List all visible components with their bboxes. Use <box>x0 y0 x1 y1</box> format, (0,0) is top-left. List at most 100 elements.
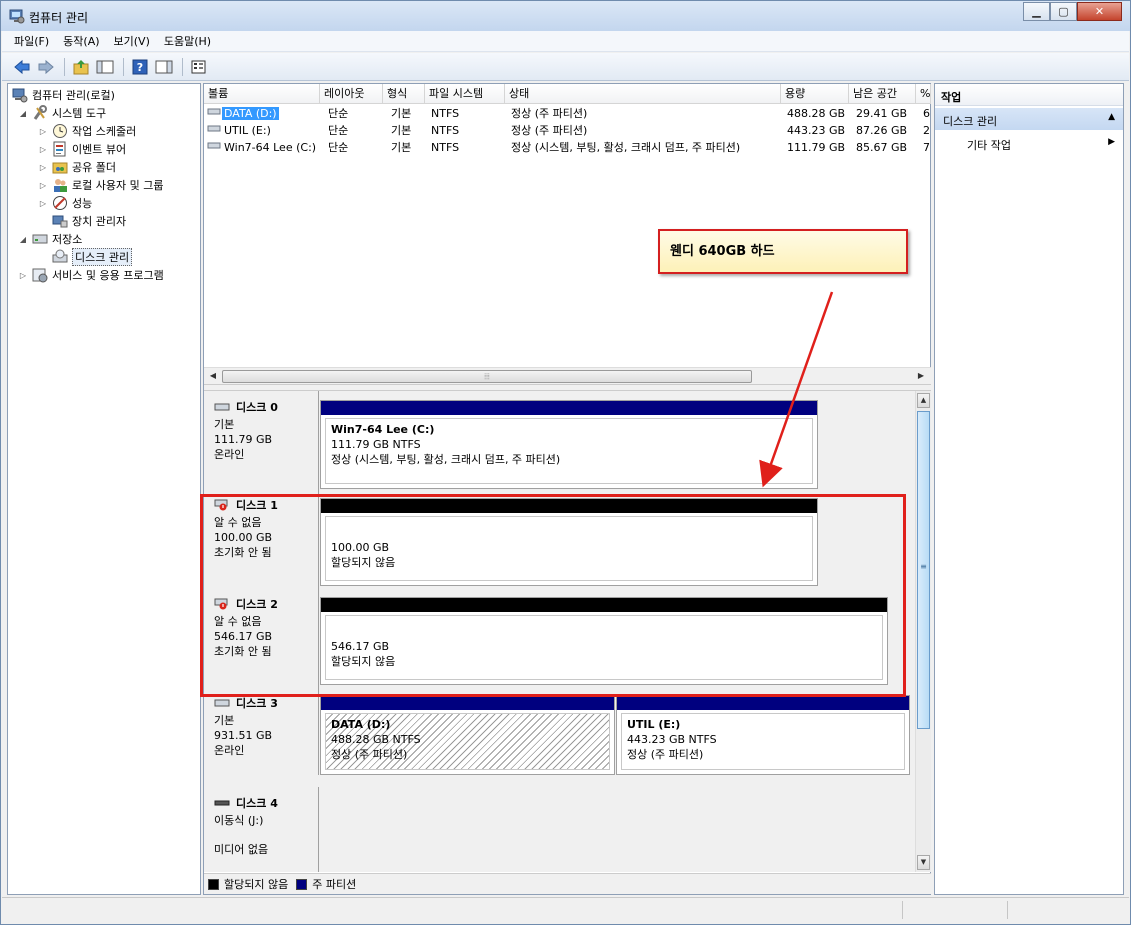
tree-item-system-tools[interactable]: ◢ 시스템 도구 <box>18 104 106 122</box>
window-title: 컴퓨터 관리 <box>29 11 89 25</box>
forward-icon[interactable] <box>35 57 57 77</box>
unallocated-block[interactable]: 100.00 GB 할당되지 않음 <box>320 498 818 586</box>
volume-free: 85.67 GB <box>856 141 908 154</box>
expand-icon[interactable]: ▷ <box>38 199 48 208</box>
tree-item-task-scheduler[interactable]: ▷ 작업 스케줄러 <box>38 122 136 140</box>
menu-help[interactable]: 도움말(H) <box>164 33 211 49</box>
collapse-up-icon[interactable]: ▲ <box>1108 112 1115 122</box>
disk-label[interactable]: 디스크 2 알 수 없음 546.17 GB 초기화 안 됨 <box>204 588 319 687</box>
tree-item-root[interactable]: 컴퓨터 관리(로컬) <box>12 86 115 104</box>
volume-row[interactable]: Win7-64 Lee (C:) 단순 기본 NTFS 정상 (시스템, 부팅,… <box>204 139 931 156</box>
legend: 할당되지 않음 주 파티션 <box>204 873 931 894</box>
expand-icon[interactable]: ▷ <box>38 181 48 190</box>
scroll-thumb[interactable]: ≡ <box>917 411 930 729</box>
scroll-thumb[interactable]: ⦙⦙⦙ <box>222 370 752 383</box>
system-tools-icon <box>32 105 48 121</box>
column-type[interactable]: 형식 <box>383 84 425 104</box>
volume-layout: 단순 <box>328 141 349 154</box>
drive-icon <box>207 122 221 139</box>
annotation-callout: 웬디 640GB 하드 <box>658 229 908 274</box>
disk-management-icon <box>52 249 68 265</box>
legend-unallocated: 할당되지 않음 <box>224 878 289 891</box>
partition-block[interactable]: Win7-64 Lee (C:) 111.79 GB NTFS 정상 (시스템,… <box>320 400 818 489</box>
disk-label[interactable]: 디스크 1 알 수 없음 100.00 GB 초기화 안 됨 <box>204 489 319 588</box>
disk-row: 디스크 4 이동식 (J:) 미디어 없음 <box>204 787 915 872</box>
scroll-up-icon[interactable]: ▲ <box>917 393 930 408</box>
expand-icon[interactable]: ▷ <box>38 127 48 136</box>
tree-item-event-viewer[interactable]: ▷ 이벤트 뷰어 <box>38 140 126 158</box>
expand-icon[interactable]: ▷ <box>38 163 48 172</box>
column-status[interactable]: 상태 <box>505 84 781 104</box>
scroll-left-icon[interactable]: ◀ <box>206 370 220 382</box>
disk-label[interactable]: 디스크 4 이동식 (J:) 미디어 없음 <box>204 787 319 872</box>
actions-pane: 작업 디스크 관리 ▲ 기타 작업 ▶ <box>934 83 1124 895</box>
volume-pct: 6 <box>923 107 930 120</box>
tree-item-services[interactable]: ▷ 서비스 및 응용 프로그램 <box>18 266 164 284</box>
users-icon <box>52 177 68 193</box>
volume-fs: NTFS <box>431 141 460 154</box>
expand-icon[interactable]: ▷ <box>18 271 28 280</box>
disk-warning-icon <box>214 598 230 610</box>
up-folder-icon[interactable] <box>70 57 92 77</box>
collapse-icon[interactable]: ◢ <box>18 109 28 118</box>
minimize-button[interactable]: ▁ <box>1023 2 1050 21</box>
unallocated-swatch <box>208 878 219 890</box>
disk-label[interactable]: 디스크 0 기본 111.79 GB 온라인 <box>204 391 319 489</box>
toolbar-separator <box>182 57 183 76</box>
volume-status: 정상 (주 파티션) <box>511 124 588 137</box>
column-free-space[interactable]: 남은 공간 <box>849 84 916 104</box>
pane-splitter[interactable] <box>204 384 931 391</box>
maximize-button[interactable]: ▢ <box>1050 2 1077 21</box>
vertical-scrollbar[interactable]: ▲ ≡ ▼ <box>915 391 931 872</box>
tree-item-disk-management[interactable]: 디스크 관리 <box>52 248 133 266</box>
tree-item-performance[interactable]: ▷ 성능 <box>38 194 92 212</box>
tree-item-local-users[interactable]: ▷ 로컬 사용자 및 그룹 <box>38 176 163 194</box>
menu-action[interactable]: 동작(A) <box>63 33 99 49</box>
scroll-right-icon[interactable]: ▶ <box>914 370 928 382</box>
tree-item-device-manager[interactable]: 장치 관리자 <box>52 212 126 230</box>
svg-text:?: ? <box>137 61 143 74</box>
help-icon[interactable]: ? <box>129 57 151 77</box>
drive-icon <box>207 139 221 156</box>
partition-block[interactable]: DATA (D:) 488.28 GB NTFS 정상 (주 파티션) <box>320 695 615 775</box>
volume-capacity: 488.28 GB <box>787 107 846 120</box>
shared-folder-icon <box>52 159 68 175</box>
volume-row[interactable]: UTIL (E:) 단순 기본 NTFS 정상 (주 파티션) 443.23 G… <box>204 122 931 139</box>
actions-section-disk-management[interactable]: 디스크 관리 ▲ <box>935 108 1123 130</box>
volume-layout: 단순 <box>328 124 349 137</box>
scroll-down-icon[interactable]: ▼ <box>917 855 930 870</box>
volume-free: 29.41 GB <box>856 107 908 120</box>
tree-item-storage[interactable]: ◢ 저장소 <box>18 230 82 248</box>
collapse-icon[interactable]: ◢ <box>18 235 28 244</box>
removable-disk-icon <box>214 797 230 809</box>
menu-view[interactable]: 보기(V) <box>114 33 150 49</box>
disk-management-pane: 볼륨 레이아웃 형식 파일 시스템 상태 용량 남은 공간 % DATA (D:… <box>203 83 931 895</box>
show-hide-tree-icon[interactable] <box>94 57 116 77</box>
unallocated-bar <box>321 499 817 513</box>
status-bar <box>2 897 1129 921</box>
volume-name: DATA (D:) <box>222 107 279 120</box>
back-icon[interactable] <box>11 57 33 77</box>
column-layout[interactable]: 레이아웃 <box>320 84 383 104</box>
close-button[interactable]: ✕ <box>1077 2 1122 21</box>
disk-label[interactable]: 디스크 3 기본 931.51 GB 온라인 <box>204 687 319 775</box>
volume-row[interactable]: DATA (D:) 단순 기본 NTFS 정상 (주 파티션) 488.28 G… <box>204 105 931 122</box>
clock-icon <box>52 123 68 139</box>
column-capacity[interactable]: 용량 <box>781 84 849 104</box>
horizontal-scrollbar[interactable]: ◀ ⦙⦙⦙ ▶ <box>204 367 931 384</box>
expand-icon[interactable]: ▷ <box>38 145 48 154</box>
menu-file[interactable]: 파일(F) <box>14 33 49 49</box>
more-actions-item[interactable]: 기타 작업 ▶ <box>935 134 1123 154</box>
partition-block[interactable]: UTIL (E:) 443.23 GB NTFS 정상 (주 파티션) <box>616 695 910 775</box>
services-icon <box>32 267 48 283</box>
column-volume[interactable]: 볼륨 <box>204 84 320 104</box>
tree-item-shared-folders[interactable]: ▷ 공유 폴더 <box>38 158 116 176</box>
column-percent-free[interactable]: % <box>916 84 931 104</box>
title-bar[interactable]: 컴퓨터 관리 ▁ ▢ ✕ <box>1 1 1130 31</box>
disk-icon <box>214 697 230 709</box>
column-file-system[interactable]: 파일 시스템 <box>425 84 505 104</box>
status-divider <box>902 901 903 919</box>
properties-icon[interactable] <box>188 57 210 77</box>
unallocated-block[interactable]: 546.17 GB 할당되지 않음 <box>320 597 888 685</box>
show-hide-action-icon[interactable] <box>153 57 175 77</box>
